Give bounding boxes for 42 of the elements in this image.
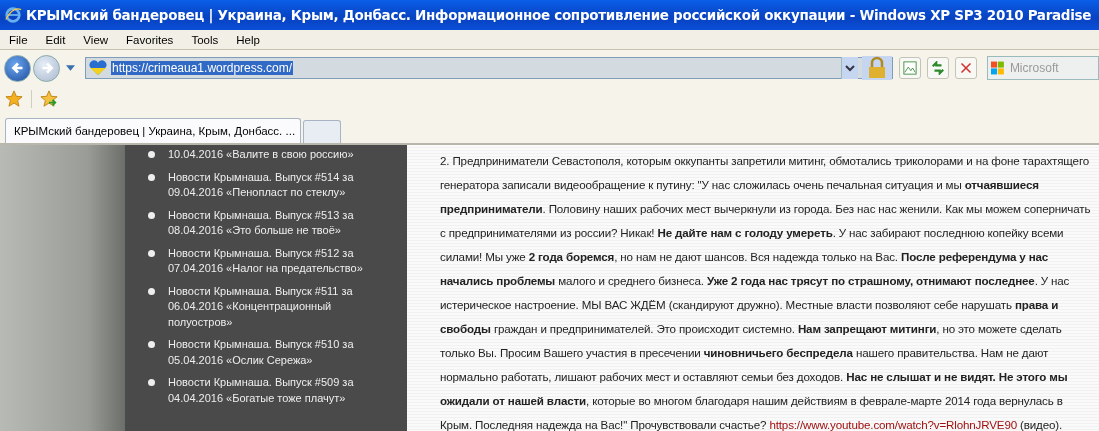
close-button[interactable] [955, 57, 977, 79]
news-link[interactable]: Новости Крымнаша. Выпуск #513 за 08.04.2016 «Это больше не твоё» [168, 207, 393, 239]
article-paragraph: 2. Предприниматели Севастополя, которым оккупанты запретили митинг, обмотались триколорами и на фоне тарахтящего генератора записали видеообращение к путину: "У нас сложилась очень печальная ситуация и мы отчаявшиеся предприниматели. Половину наших рабочих мест вычеркнули из города. Без нас нас женили. Как мы можем соперничать с предпринимателями из россии? Никак! Не дайте нам с голоду умереть. У нас забирают последнюю копейку всеми силами! Мы уже 2 года боремся, но нам не дают шансов. Вся надежда только на Вас. После референдума у нас начались проблемы малого и среднего бизнеса. Уже 2 года нас трясут по страшному, отнимают последнее. У нас истерическое настроение. МЫ ВАС ЖДЁМ (скандируют дружно). Местные власти позволяют себе нарушать права и свободы граждан и предпринимателей. Это происходит системно. Нам запрещают митинги, но это можете сделать только Вы. Просим Вашего участия в пресечении чиновничьего беспредела нашего правительства. Нам не дают нормально работать, лишают рабочих мест и оставляют семьи без доходов. Нас не слышат и не видят. Не этого мы ожидали от нашей власти, которые во многом благодаря нашим действиям в феврале-марте 2014 года вернулась в Крым. Последняя надежда на Вас!" Прочувствовали счастье? https://www.youtube.com/watch?v=RlohnJRVE90 (видео). [440, 153, 1091, 431]
close-icon [960, 62, 972, 74]
window-title: КРЫМский бандеровец | Украина, Крым, Донбасс. Информационное сопротивление российской оккупации - Windows XP SP3 2010 Paradise [26, 7, 1092, 23]
menu-item[interactable]: Tools [182, 33, 228, 46]
browser-logo-icon [4, 6, 22, 24]
menu-item[interactable]: View [74, 33, 118, 46]
bullet-icon [148, 287, 155, 295]
menu-item[interactable]: Edit [36, 33, 75, 46]
news-link[interactable]: Новости Крымнаша. Выпуск #509 за 04.04.2016 «Богатые тоже плачут» [168, 375, 393, 406]
address-field[interactable]: https://crimeaua1.wordpress.com/ [85, 57, 893, 79]
star-with-arrow-icon[interactable] [40, 90, 58, 108]
search-box[interactable]: Microsoft [987, 56, 1099, 80]
browser-tab[interactable] [303, 120, 341, 143]
picture-button[interactable] [899, 57, 921, 79]
four-squares-icon [991, 60, 1004, 76]
refresh-button[interactable] [927, 57, 949, 79]
bullet-icon [148, 173, 155, 181]
bullet-icon [148, 249, 155, 257]
news-link[interactable]: Новости Крымнаша. Выпуск #511 за 06.04.2016 «Концентрационный полуостров» [168, 283, 393, 330]
menu-item[interactable]: File [0, 33, 37, 46]
bullet-icon [148, 379, 155, 386]
star-icon[interactable] [5, 90, 23, 108]
bullet-icon [148, 211, 155, 219]
video-link[interactable]: https://www.youtube.com/watch?v=RlohnJRVE90 [769, 418, 1017, 431]
news-link[interactable]: Новости Крымнаша. Выпуск #514 за 09.04.2016 «Пенопласт по стеклу» [168, 169, 393, 201]
menu-item[interactable]: Help [227, 33, 269, 46]
menu-item[interactable]: Favorites [117, 33, 183, 46]
chevron-down-icon[interactable] [841, 57, 858, 79]
picture-icon [903, 61, 917, 75]
refresh-icon [931, 61, 945, 75]
search-field[interactable]: Microsoft [1007, 60, 1098, 76]
browser-tab[interactable]: КРЫМский бандеровец | Украина, Крым, Донбасс. ... [5, 118, 301, 143]
bullet-icon [148, 341, 155, 348]
news-link[interactable]: Новости Крымнаша. Выпуск #512 за 07.04.2016 «Налог на предательство» [168, 245, 393, 277]
news-link[interactable]: 10.04.2016 «Валите в свою россию» [168, 147, 393, 163]
bullet-icon [148, 151, 155, 158]
heart-icon [89, 60, 107, 76]
back-button[interactable] [4, 54, 31, 82]
news-link[interactable]: Новости Крымнаша. Выпуск #510 за 05.04.2016 «Ослик Сережа» [168, 337, 393, 368]
dropdown-caret-icon[interactable] [66, 65, 75, 71]
